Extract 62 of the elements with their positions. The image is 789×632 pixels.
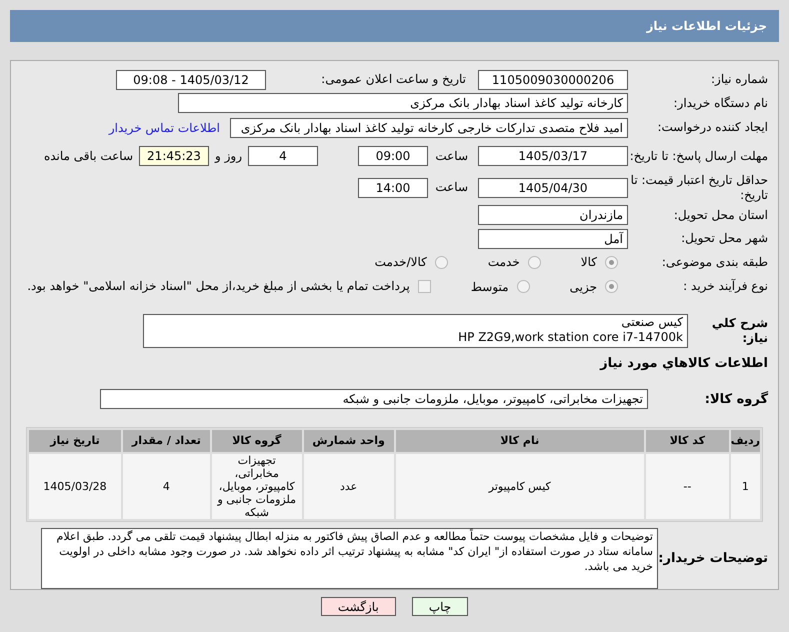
field-label: استان محل تحویل: <box>672 208 768 223</box>
buyer-org-field: کارخانه تولید کاغذ اسناد بهادار بانک مرکزی <box>178 93 628 114</box>
radio-label: کالا/خدمت <box>374 254 427 272</box>
goods-group-field: تجهیزات مخابراتی، کامپیوتر، موبایل، ملزومات جانبی و شبکه <box>100 389 648 410</box>
table-cell: -- <box>646 454 729 520</box>
table-cell: تجهیزات مخابراتی، کامپیوتر، موبایل، ملزومات جانبی و شبکه <box>212 454 302 520</box>
field-label: گروه کالا: <box>704 392 768 407</box>
table-cell: 1 <box>730 454 760 520</box>
radio-button[interactable] <box>516 280 530 294</box>
field-label: ایجاد کننده درخواست: <box>656 120 768 136</box>
section-title: اطلاعات کالاهاي مورد نياز <box>598 354 768 373</box>
column-header: ردیف <box>730 430 760 452</box>
field-label: حداقل تاریخ اعتبار قیمت: تا تاریخ: <box>630 172 768 203</box>
city-field: آمل <box>478 228 628 249</box>
field-label: مهلت ارسال پاسخ: تا تاریخ: <box>628 148 768 164</box>
table-cell: 4 <box>122 454 210 520</box>
field-label: طبقه بندی موضوعی: <box>660 254 768 270</box>
radio-label: کالا <box>580 254 597 272</box>
page-title: جزئیات اطلاعات نیاز <box>646 18 767 35</box>
payment-checkbox[interactable] <box>418 280 431 294</box>
column-header: نام کالا <box>396 430 644 452</box>
remaining-time-field: 21:45:23 <box>139 146 209 166</box>
field-label: نام دستگاه خریدار: <box>672 96 768 111</box>
column-header: گروه کالا <box>212 430 302 452</box>
field-label: شرح کلي نياز: <box>710 316 768 346</box>
days-field: 4 <box>248 146 318 166</box>
need-number-field: 1105009030000206 <box>478 70 628 90</box>
notes-field: توضیحات و فایل مشخصات پیوست حتماً مطالعه و عدم الصاق پیش فاکتور به منزله ابطال پیشنهاد قیمت تلقی می گردد. طبق اعلام سامانه ستاد در صورت استفاده از" ایران کد" مشابه به پیشنهاد ترتیب اثر داده نخواهد شد. در صورت وجود مشابه داخلی در اولویت خرید می باشد. <box>41 528 658 590</box>
print-button[interactable]: چاپ <box>412 597 468 616</box>
province-field: مازندران <box>478 205 628 226</box>
radio-label: متوسط <box>470 278 509 296</box>
buyer-contact-link[interactable]: اطلاعات تماس خریدار <box>108 118 220 137</box>
deadline-date-field: 1405/03/17 <box>478 146 628 166</box>
column-header: تعداد / مقدار <box>122 430 210 452</box>
radio-button[interactable] <box>605 256 618 269</box>
column-header: تاریخ نیاز <box>29 430 121 452</box>
radio-button[interactable] <box>434 256 448 269</box>
radio-button[interactable] <box>528 256 541 269</box>
field-label: نوع فرآیند خرید : <box>682 279 768 294</box>
payment-label: پرداخت تمام یا بخشی از مبلغ خرید،از محل "اسناد خزانه اسلامی" خواهد بود. <box>27 279 410 294</box>
deadline-time-field: 09:00 <box>358 146 428 166</box>
radio-button[interactable] <box>605 280 618 294</box>
field-label: شماره نیاز: <box>710 72 768 88</box>
field-label: شهر محل تحویل: <box>680 231 768 246</box>
column-header: واحد شمارش <box>304 430 394 452</box>
table-cell: کیس کامپیوتر <box>396 454 644 520</box>
radio-label: خدمت <box>488 254 520 272</box>
requester-field: امید فلاح متصدی تدارکات خارجی کارخانه تولید کاغذ اسناد بهادار بانک مرکزی <box>230 118 628 138</box>
field-label: توضیحات خریدار: <box>658 551 768 566</box>
validity-date-field: 1405/04/30 <box>478 178 628 198</box>
announce-date-field: 1405/03/12 - 09:08 <box>116 70 266 90</box>
table-cell: عدد <box>304 454 394 520</box>
validity-time-field: 14:00 <box>358 178 428 198</box>
column-header: کد کالا <box>646 430 729 452</box>
field-label: تاریخ و ساعت اعلان عمومی: <box>320 72 466 88</box>
field-label: ساعت <box>434 180 468 196</box>
field-label: ساعت باقی مانده <box>44 148 133 164</box>
table-cell: 1405/03/28 <box>29 454 121 520</box>
radio-label: جزیی <box>570 278 597 296</box>
back-button[interactable]: بازگشت <box>320 597 396 616</box>
field-label: روز و <box>215 148 242 164</box>
field-label: ساعت <box>434 148 468 164</box>
